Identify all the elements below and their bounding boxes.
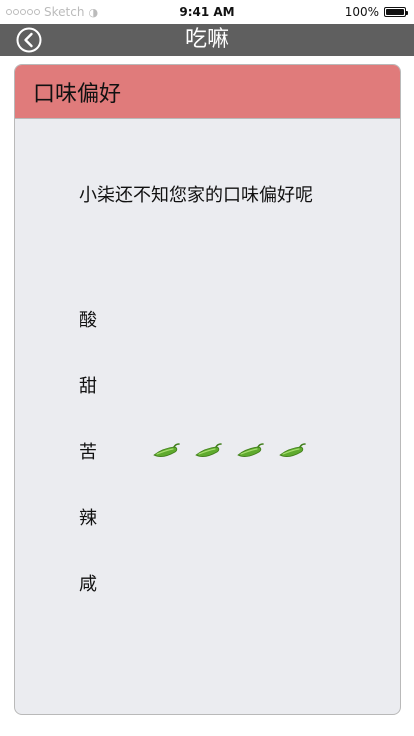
green-pepper-icon[interactable] [235,442,265,460]
taste-row-sour[interactable]: 酸 [79,305,151,333]
taste-label: 酸 [79,310,97,331]
taste-label: 咸 [79,574,97,595]
navigation-bar: 吃嘛 [0,24,414,56]
taste-label: 辣 [79,508,97,529]
taste-label: 苦 [79,442,97,463]
battery-icon [384,7,408,17]
battery-percent: 100% [344,5,379,19]
status-bar: Sketch ◑ 9:41 AM 100% [0,0,414,24]
taste-preference-card: 口味偏好 小柒还不知您家的口味偏好呢 酸 甜 苦 辣 咸 [14,64,401,715]
taste-row-sweet[interactable]: 甜 [79,371,151,399]
battery-area: 100% [344,5,408,19]
taste-row-bitter[interactable]: 苦 [79,437,307,465]
taste-row-spicy[interactable]: 辣 [79,503,151,531]
prompt-text: 小柒还不知您家的口味偏好呢 [79,185,313,206]
page-title: 吃嘛 [184,27,229,52]
pepper-rating[interactable] [151,442,307,460]
green-pepper-icon[interactable] [193,442,223,460]
green-pepper-icon[interactable] [151,442,181,460]
taste-label: 甜 [79,376,97,397]
card-header: 口味偏好 [15,65,400,119]
green-pepper-icon[interactable] [277,442,307,460]
taste-row-salty[interactable]: 咸 [79,569,151,597]
